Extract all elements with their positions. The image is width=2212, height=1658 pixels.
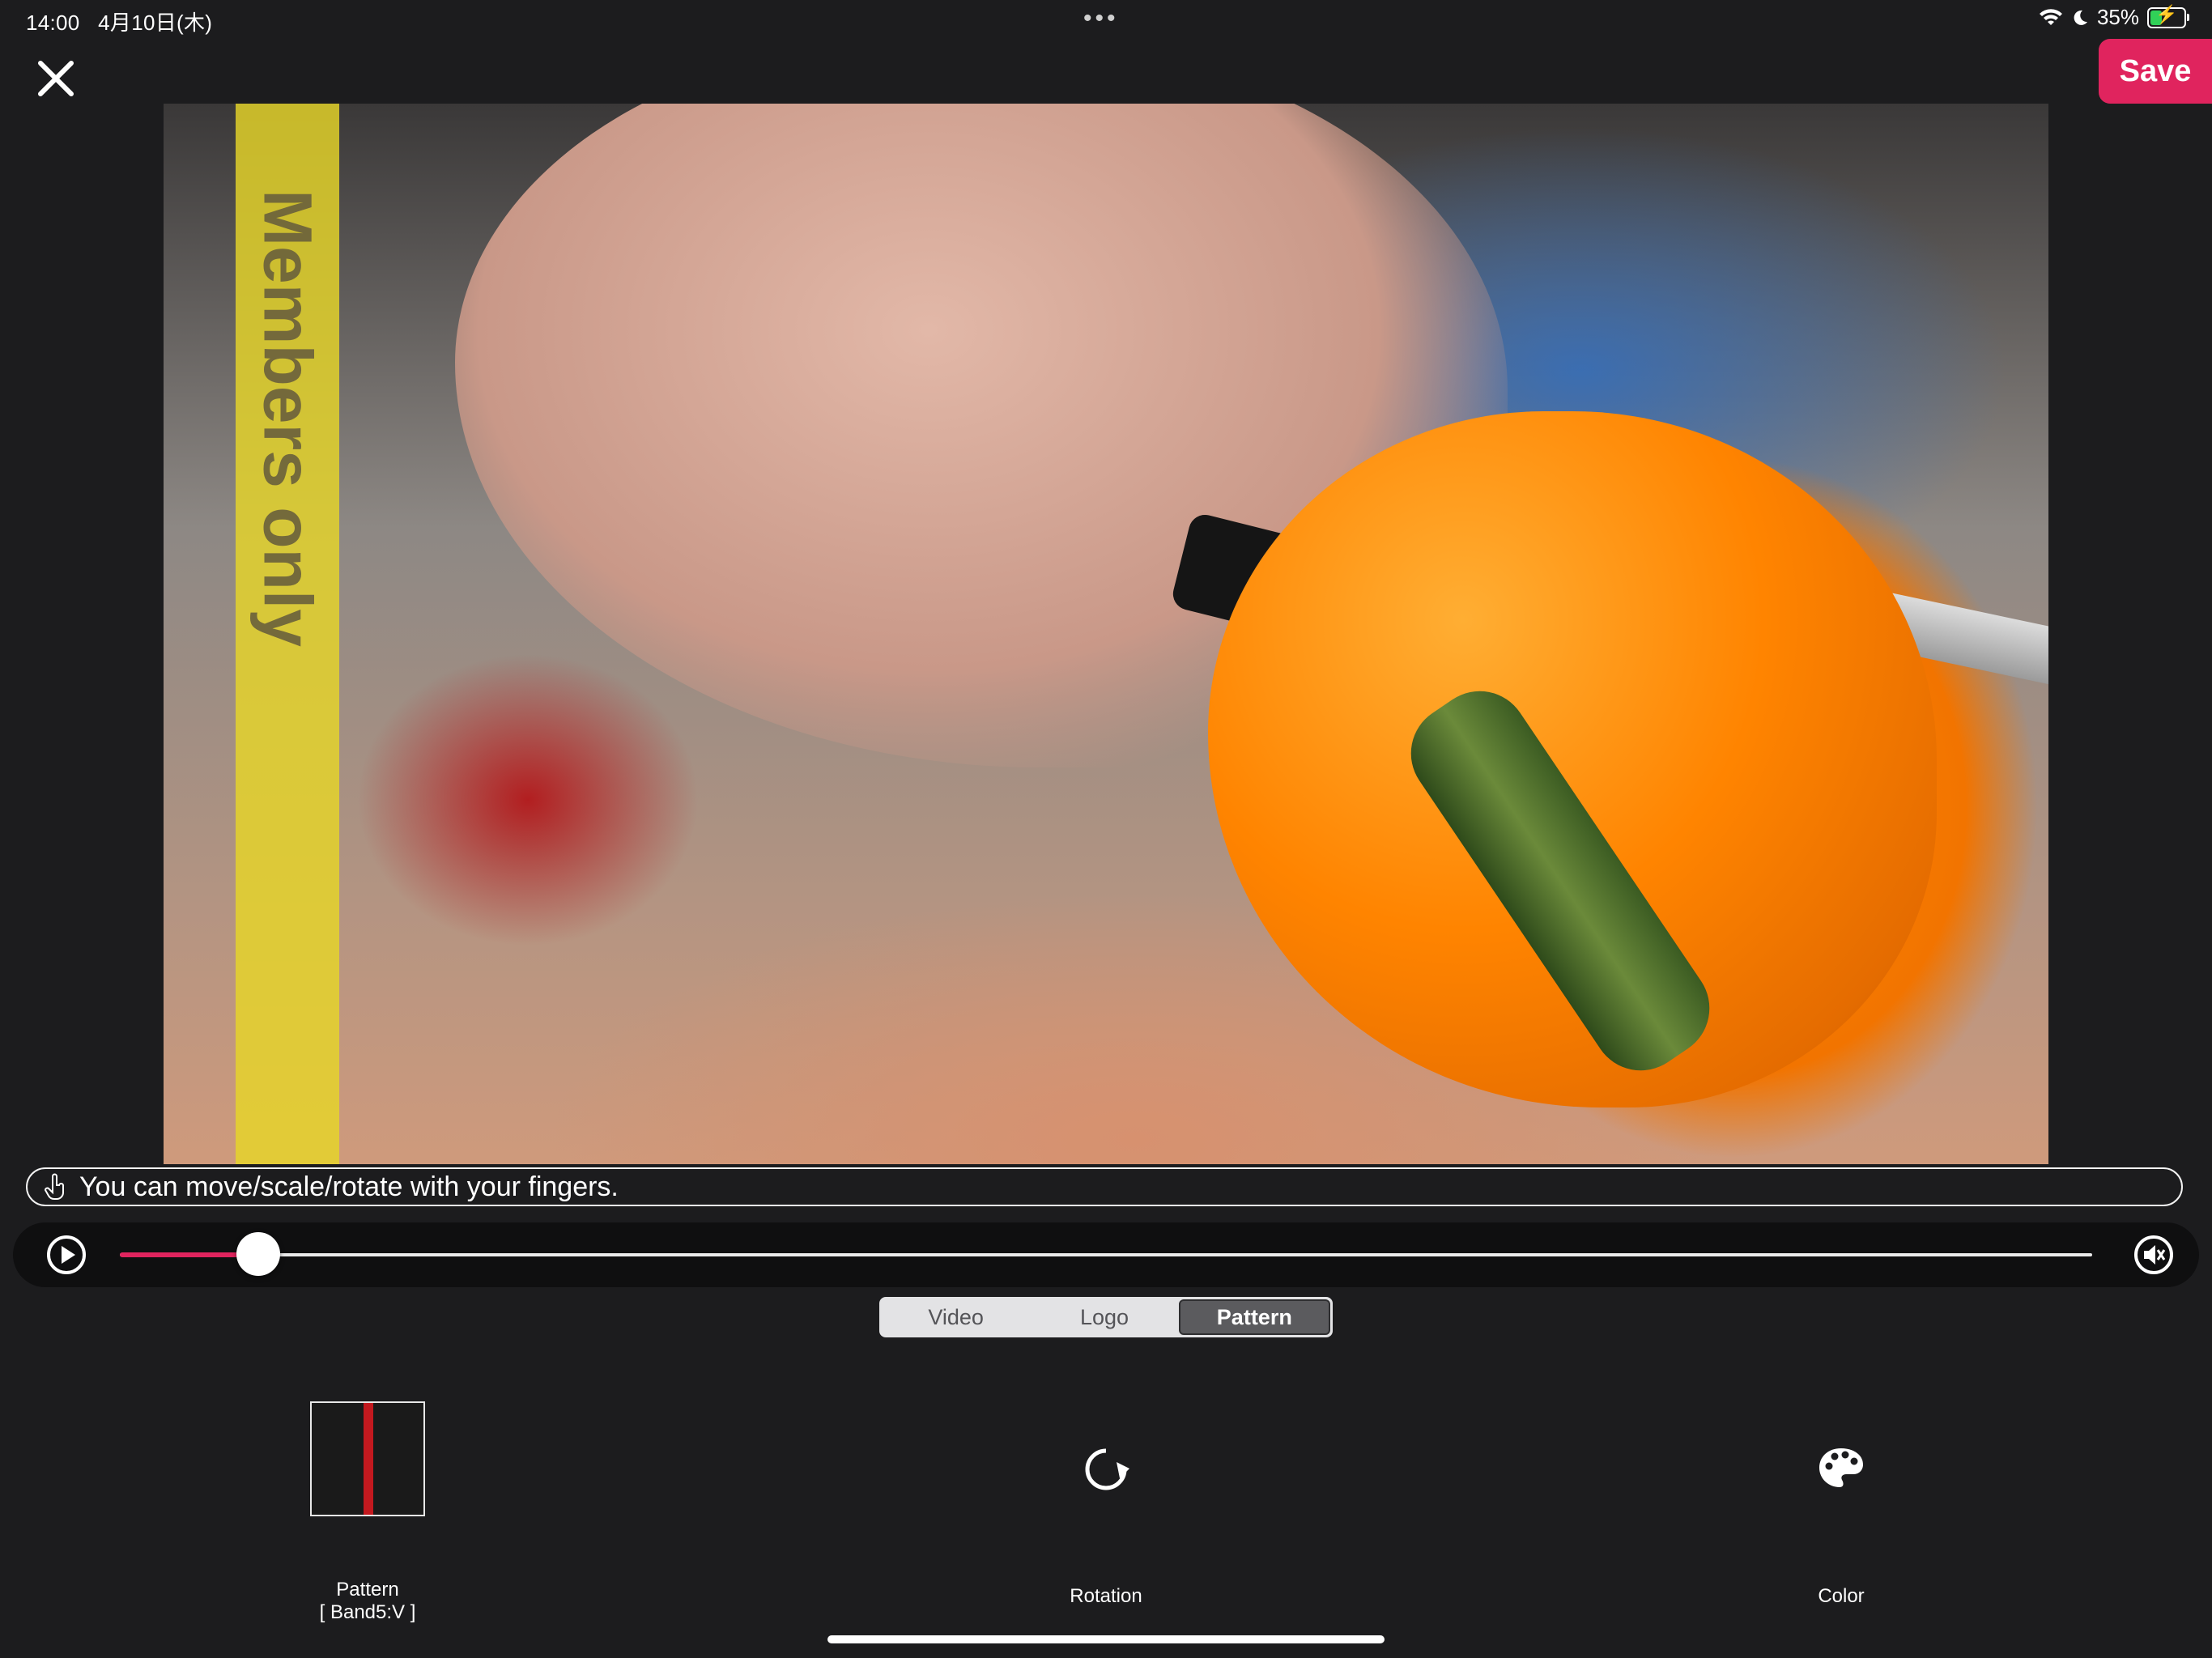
home-indicator[interactable]	[827, 1635, 1385, 1643]
status-bar-right: 35% ⚡	[2039, 3, 2189, 30]
rotation-label: Rotation	[1070, 1585, 1142, 1607]
pattern-label: Pattern	[336, 1579, 399, 1601]
palette-icon	[1819, 1448, 1863, 1487]
color-button[interactable]	[1818, 1447, 1865, 1489]
moon-icon	[2074, 10, 2087, 25]
battery-charging-icon: ⚡	[2147, 3, 2189, 28]
tab-logo[interactable]: Logo	[1030, 1299, 1178, 1335]
pattern-selector-button[interactable]	[310, 1401, 425, 1516]
status-bar-time: 14:00 4月10日(木)	[26, 6, 212, 36]
battery-percent: 35%	[2096, 5, 2139, 29]
video-preview[interactable]	[164, 104, 2048, 1164]
play-button[interactable]	[45, 1234, 87, 1276]
tab-video[interactable]: Video	[882, 1299, 1030, 1335]
seek-thumb[interactable]	[236, 1232, 280, 1276]
status-date: 4月10日(木)	[98, 11, 213, 35]
hand-pointer-icon	[44, 1173, 65, 1201]
pattern-overlay[interactable]: Members only	[236, 104, 339, 1164]
pattern-preview-band	[364, 1403, 373, 1515]
multitasking-dots[interactable]: •••	[1083, 5, 1119, 32]
hint-text: You can move/scale/rotate with your fing…	[79, 1171, 619, 1202]
close-button[interactable]	[32, 55, 79, 102]
pattern-overlay-text: Members only	[249, 189, 326, 647]
close-icon	[38, 61, 74, 96]
rotation-button[interactable]	[1081, 1444, 1131, 1494]
seek-track[interactable]	[120, 1253, 2092, 1256]
bolt-icon: ⚡	[2155, 3, 2178, 24]
save-button[interactable]: Save	[2099, 39, 2212, 104]
mute-icon	[2134, 1235, 2173, 1274]
gesture-hint: You can move/scale/rotate with your fing…	[26, 1167, 2183, 1206]
color-label: Color	[1818, 1585, 1865, 1607]
mode-segmented-control: Video Logo Pattern	[879, 1297, 1333, 1337]
status-time: 14:00	[26, 11, 80, 35]
mute-button[interactable]	[2133, 1234, 2175, 1276]
rotate-icon	[1085, 1448, 1129, 1490]
play-icon	[47, 1235, 86, 1274]
playback-bar	[13, 1222, 2199, 1287]
pattern-tool-label: Pattern [ Band5:V ]	[246, 1579, 489, 1624]
pattern-value: [ Band5:V ]	[319, 1601, 416, 1623]
tab-pattern[interactable]: Pattern	[1178, 1299, 1330, 1335]
wifi-icon	[2039, 8, 2062, 25]
